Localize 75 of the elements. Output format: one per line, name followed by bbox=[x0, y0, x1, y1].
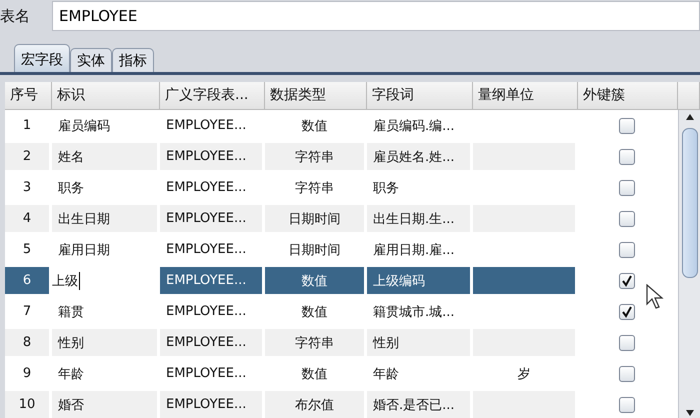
table-cell-text: 日期时间 bbox=[288, 242, 342, 260]
table-cell-text: 雇员编码 bbox=[57, 118, 111, 136]
checkbox[interactable] bbox=[618, 118, 634, 134]
column-header[interactable]: 标识 bbox=[52, 82, 160, 110]
table-cell-text: EMPLOYEE... bbox=[165, 117, 248, 135]
tab[interactable]: 实体 bbox=[70, 48, 112, 72]
table-cell: 姓名 bbox=[52, 143, 157, 170]
checkbox[interactable] bbox=[618, 304, 634, 320]
table-cell: 2 bbox=[5, 143, 49, 170]
table-cell: 婚否 bbox=[52, 391, 157, 418]
table-cell-text: 雇员编码.编... bbox=[372, 118, 456, 136]
checkbox[interactable] bbox=[618, 242, 634, 258]
checkbox[interactable] bbox=[618, 366, 634, 382]
table-cell-text: 字符串 bbox=[294, 180, 335, 198]
scroll-thumb[interactable] bbox=[682, 128, 698, 278]
table-cell: EMPLOYEE... bbox=[160, 267, 262, 294]
table-cell-text: 3 bbox=[22, 179, 32, 197]
table-cell: 出生日期 bbox=[52, 205, 157, 232]
table-cell: EMPLOYEE... bbox=[160, 143, 262, 170]
table-cell: 4 bbox=[5, 205, 49, 232]
table-cell-text: 1 bbox=[22, 117, 32, 135]
table-cell: 10 bbox=[5, 391, 49, 418]
scrollbar[interactable] bbox=[678, 110, 700, 418]
table-cell-text: EMPLOYEE... bbox=[165, 303, 248, 321]
table-cell-text: 数值 bbox=[300, 118, 328, 136]
table-cell-text: 9 bbox=[22, 365, 32, 383]
column-header[interactable]: 量纲单位 bbox=[473, 82, 578, 110]
table-cell: 性别 bbox=[52, 329, 157, 356]
table-cell-text: 数值 bbox=[300, 366, 328, 384]
column-header[interactable]: 序号 bbox=[5, 82, 52, 110]
table-cell: EMPLOYEE... bbox=[160, 205, 262, 232]
table-cell-text: 籍贯 bbox=[57, 304, 85, 322]
table-cell-text: 籍贯城市.城... bbox=[372, 304, 456, 322]
checkbox[interactable] bbox=[618, 148, 634, 164]
table-cell-text: EMPLOYEE... bbox=[165, 241, 248, 259]
table-cell: 布尔值 bbox=[265, 391, 364, 418]
table-cell-text: 职务 bbox=[372, 180, 400, 198]
table-cell: 上级编码 bbox=[367, 267, 470, 294]
checkbox[interactable] bbox=[618, 396, 634, 412]
table-name-field[interactable]: EMPLOYEE bbox=[52, 1, 700, 31]
table-cell: 雇员姓名.姓... bbox=[367, 143, 470, 170]
table-cell: 字符串 bbox=[265, 329, 364, 356]
table-cell: EMPLOYEE... bbox=[160, 329, 262, 356]
table-cell-text: EMPLOYEE... bbox=[165, 179, 248, 197]
table-cell-text: 职务 bbox=[57, 180, 85, 198]
table-cell-text: 年龄 bbox=[372, 366, 400, 384]
column-header[interactable]: 数据类型 bbox=[265, 82, 367, 110]
checkbox[interactable] bbox=[618, 210, 634, 226]
column-header[interactable]: 字段词 bbox=[367, 82, 473, 110]
table-cell-text: 雇用日期 bbox=[57, 242, 111, 260]
checkbox[interactable] bbox=[618, 334, 634, 350]
table-cell-text: 5 bbox=[22, 241, 32, 259]
table-cell: 数值 bbox=[265, 267, 364, 294]
table-cell-text: 年龄 bbox=[57, 366, 85, 384]
tab[interactable]: 指标 bbox=[112, 48, 154, 72]
table-cell-text: 数值 bbox=[300, 304, 328, 322]
table-cell: 日期时间 bbox=[265, 205, 364, 232]
column-header[interactable]: 外键簇 bbox=[578, 82, 678, 110]
field-label: 表名 bbox=[0, 6, 31, 26]
table-cell: 6 bbox=[5, 267, 49, 294]
table-cell-text: 7 bbox=[22, 303, 32, 321]
tab[interactable]: 宏字段 bbox=[14, 44, 70, 72]
table-cell: 出生日期.生... bbox=[367, 205, 470, 232]
table-cell: 8 bbox=[5, 329, 49, 356]
table-cell: 字符串 bbox=[265, 143, 364, 170]
mouse-pointer-icon bbox=[646, 284, 664, 310]
table-cell: 婚否.是否已... bbox=[367, 391, 470, 418]
checkbox[interactable] bbox=[618, 272, 634, 288]
table-cell: 性别 bbox=[367, 329, 470, 356]
checkbox[interactable] bbox=[618, 180, 634, 196]
table-cell-text: 岁 bbox=[516, 366, 532, 384]
table-cell-text: 雇用日期.雇... bbox=[372, 242, 456, 260]
column-header[interactable]: 广义字段表... bbox=[160, 82, 265, 110]
table-cell: EMPLOYEE... bbox=[160, 391, 262, 418]
table-cell-text: EMPLOYEE... bbox=[165, 365, 248, 383]
